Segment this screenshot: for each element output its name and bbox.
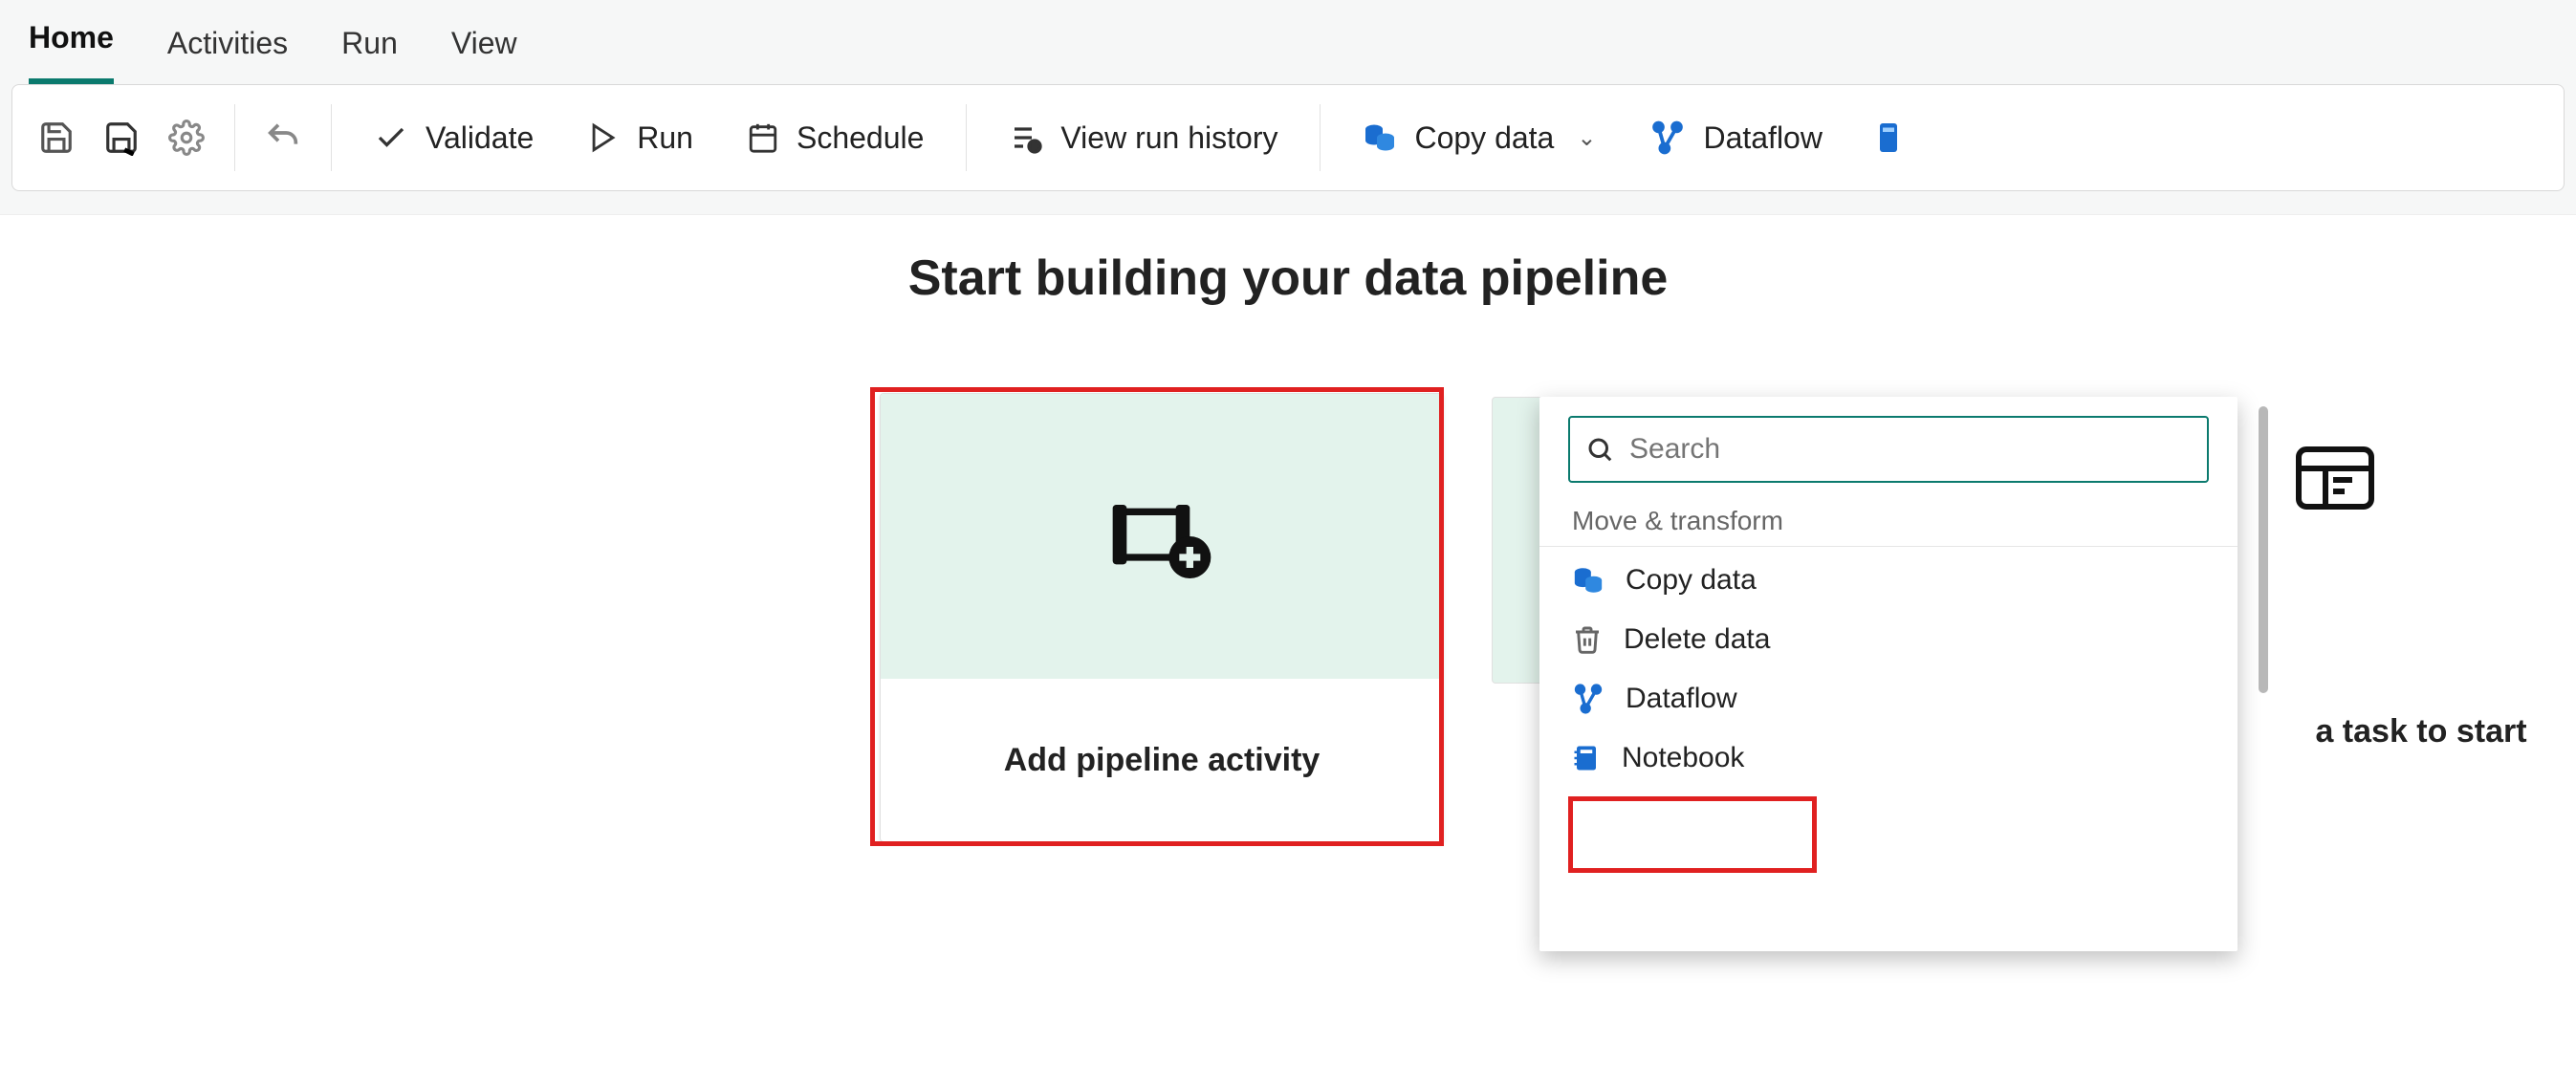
calendar-icon <box>747 121 779 154</box>
settings-button[interactable] <box>160 111 213 164</box>
template-icon <box>2295 445 2375 511</box>
check-icon <box>374 120 408 155</box>
tab-run[interactable]: Run <box>341 26 398 84</box>
dataflow-icon <box>1572 683 1605 715</box>
schedule-label: Schedule <box>797 120 924 156</box>
play-icon <box>587 121 620 154</box>
notebook-icon <box>1572 742 1601 774</box>
group-move-transform-header: Move & transform <box>1539 492 2238 547</box>
item-delete-data-label: Delete data <box>1624 623 1770 656</box>
activity-picker-popup: Move & transform Copy data Delete data D… <box>1539 397 2238 951</box>
card-task-to-start[interactable]: a task to start <box>2266 684 2576 779</box>
tab-view[interactable]: View <box>451 26 517 84</box>
toolbar: Validate Run Schedule View run history C… <box>11 84 2565 191</box>
copy-data-button[interactable]: Copy data ⌄ <box>1342 111 1617 165</box>
item-copy-data-label: Copy data <box>1626 564 1757 597</box>
validate-label: Validate <box>426 120 534 156</box>
chevron-down-icon: ⌄ <box>1577 124 1596 152</box>
card-task-label: a task to start <box>2315 713 2526 750</box>
save-as-button[interactable] <box>95 111 148 164</box>
search-icon <box>1585 435 1614 464</box>
database-icon <box>1363 120 1397 155</box>
canvas: Start building your data pipeline a task… <box>0 214 2576 1087</box>
dataflow-icon <box>1649 120 1686 156</box>
item-copy-data[interactable]: Copy data <box>1539 551 2238 610</box>
more-button[interactable] <box>1855 111 1901 164</box>
card-add-activity-label: Add pipeline activity <box>881 679 1443 841</box>
tab-activities[interactable]: Activities <box>167 26 288 84</box>
search-box[interactable] <box>1568 416 2209 483</box>
schedule-button[interactable]: Schedule <box>726 111 945 165</box>
dataflow-label: Dataflow <box>1703 120 1823 156</box>
data-icon <box>1876 120 1901 155</box>
view-run-history-label: View run history <box>1060 120 1277 156</box>
item-delete-data[interactable]: Delete data <box>1539 610 2238 669</box>
run-label: Run <box>637 120 693 156</box>
validate-button[interactable]: Validate <box>353 111 555 165</box>
view-run-history-button[interactable]: View run history <box>988 111 1299 165</box>
trash-icon <box>1572 623 1603 656</box>
add-activity-icon <box>1109 493 1214 579</box>
card-add-pipeline-activity[interactable]: Add pipeline activity <box>880 393 1444 842</box>
run-button[interactable]: Run <box>566 111 714 165</box>
search-input[interactable] <box>1627 432 2192 467</box>
dataflow-button[interactable]: Dataflow <box>1628 110 1844 165</box>
item-dataflow[interactable]: Dataflow <box>1539 669 2238 728</box>
history-icon <box>1009 120 1043 155</box>
item-notebook[interactable]: Notebook <box>1539 728 2238 788</box>
ribbon-tabs: Home Activities Run View <box>0 0 2576 84</box>
undo-button[interactable] <box>256 111 310 164</box>
tab-home[interactable]: Home <box>29 20 114 84</box>
page-title: Start building your data pipeline <box>908 250 1669 307</box>
item-dataflow-label: Dataflow <box>1626 683 1737 715</box>
item-notebook-label: Notebook <box>1622 742 1744 774</box>
database-icon <box>1572 564 1605 597</box>
popup-scrollbar[interactable] <box>2259 406 2268 693</box>
save-button[interactable] <box>30 111 83 164</box>
copy-data-label: Copy data <box>1414 120 1554 156</box>
